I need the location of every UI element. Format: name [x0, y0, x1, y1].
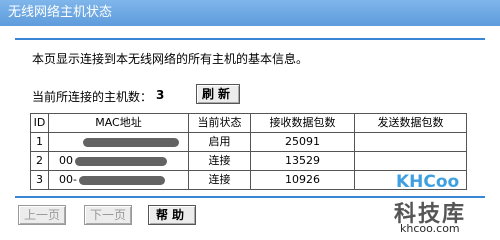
col-header-id: ID: [30, 113, 49, 133]
cell-id: 3: [30, 170, 49, 190]
host-count-label: 当前所连接的主机数：: [32, 90, 153, 104]
col-header-mac: MAC地址: [48, 113, 189, 133]
page-description: 本页显示连接到本无线网络的所有主机的基本信息。: [32, 52, 309, 66]
cell-mac: [48, 132, 189, 152]
redaction-mark: [75, 156, 167, 166]
prev-page-button[interactable]: 上一页: [18, 205, 66, 225]
watermark-logo: KHCoo: [396, 172, 460, 192]
cell-status: 启用: [188, 132, 251, 152]
redaction-mark: [83, 137, 179, 147]
cell-tx: [354, 132, 467, 152]
table-header-row: ID MAC地址 当前状态 接收数据包数 发送数据包数: [30, 113, 467, 133]
host-count-value: 3: [156, 88, 165, 102]
cell-id: 2: [30, 151, 49, 171]
cell-rx: 13529: [250, 151, 355, 171]
site-watermark: KHCoo 科技库 khcoo.com: [392, 168, 496, 236]
cell-status: 连接: [188, 170, 251, 190]
next-page-button[interactable]: 下一页: [84, 205, 132, 225]
col-header-rx: 接收数据包数: [250, 113, 355, 133]
cell-rx: 25091: [250, 132, 355, 152]
top-divider: [15, 38, 485, 40]
cell-status: 连接: [188, 151, 251, 171]
window-title: 无线网络主机状态: [0, 0, 500, 26]
mac-text: 00: [59, 154, 73, 167]
cell-rx: 10926: [250, 170, 355, 190]
mac-text: 00-: [59, 173, 77, 186]
cell-mac: 00-: [48, 170, 189, 190]
col-header-tx: 发送数据包数: [354, 113, 467, 133]
cell-id: 1: [30, 132, 49, 152]
cell-mac: 00: [48, 151, 189, 171]
redaction-mark: [78, 175, 165, 185]
help-button[interactable]: 帮助: [148, 205, 196, 225]
refresh-button[interactable]: 刷新: [196, 84, 240, 104]
watermark-url: khcoo.com: [400, 222, 460, 235]
table-row: 1 启用 25091: [30, 132, 467, 152]
col-header-status: 当前状态: [188, 113, 251, 133]
